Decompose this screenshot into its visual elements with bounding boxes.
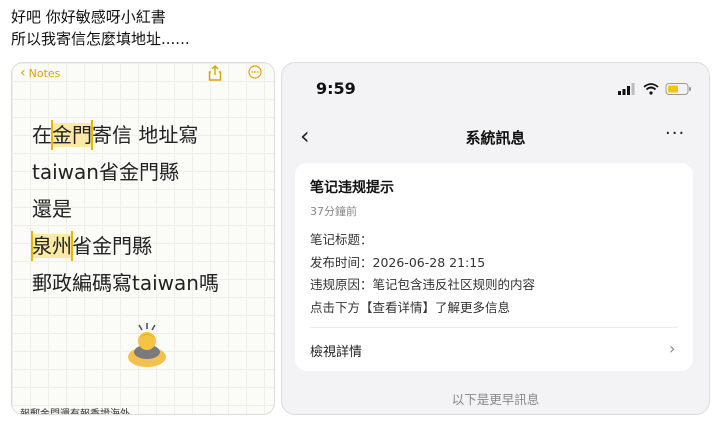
post-caption: 好吧 你好敏感呀小紅書 所以我寄信怎麼填地址...... — [11, 6, 190, 50]
notes-back-label: Notes — [28, 67, 61, 80]
note-line: 郵政編碼寫taiwan嗎 — [32, 271, 219, 295]
message-card[interactable]: 笔记违规提示 37分鐘前 笔记标题： 发布时间：2026-06-28 21:15… — [295, 163, 693, 371]
wifi-icon — [643, 83, 659, 95]
text-highlight: 金門 — [52, 123, 92, 147]
message-body: 笔记标题： 发布时间：2026-06-28 21:15 违规原因：笔记包含违反社… — [310, 229, 535, 319]
note-cut-off-text: 報郵金門還有報香證海外 — [20, 409, 130, 415]
share-icon[interactable] — [208, 65, 222, 81]
message-line: 点击下方【查看详情】了解更多信息 — [310, 299, 511, 315]
chevron-right-icon[interactable]: › — [669, 339, 675, 358]
notes-toolbar: ‹ Notes — [12, 63, 274, 87]
signal-icon — [618, 83, 635, 95]
note-content: 在金門寄信 地址寫 taiwan省金門縣 還是 泉州省金門縣 郵政編碼寫taiw… — [32, 117, 219, 302]
battery-icon — [665, 83, 691, 95]
older-messages-label: 以下是更早訊息 — [451, 392, 540, 407]
message-line: 笔记标题： — [310, 232, 373, 247]
text-highlight: 泉州 — [32, 234, 72, 258]
status-icons — [618, 83, 691, 95]
note-line: 在金門寄信 地址寫 — [32, 123, 199, 147]
message-line: 发布时间：2026-06-28 21:15 — [310, 254, 486, 270]
divider — [310, 327, 678, 328]
message-time: 37分鐘前 — [310, 205, 357, 218]
person-bowing-icon — [128, 323, 166, 367]
message-line: 违规原因：笔记包含违反社区规则的内容 — [310, 277, 536, 292]
page-title: 系統訊息 — [465, 129, 526, 147]
note-line: taiwan省金門縣 — [32, 160, 179, 184]
note-line: 還是 — [32, 197, 72, 221]
status-time: 9:59 — [316, 79, 356, 98]
phone-screenshot[interactable]: 9:59 ‹ 系統訊息 ··· 笔记违规提示 37分鐘前 笔记标题： 发布时间：… — [281, 62, 710, 415]
notes-screenshot[interactable]: ‹ Notes 在金門寄信 地址寫 taiwan省金門縣 還是 泉州省金門縣 郵… — [11, 62, 275, 415]
view-details-link[interactable]: 檢視詳情 — [310, 341, 362, 360]
caption-line-2: 所以我寄信怎麼填地址...... — [11, 30, 190, 48]
more-icon[interactable] — [248, 65, 262, 79]
message-title: 笔记违规提示 — [310, 180, 394, 196]
chevron-left-icon: ‹ — [20, 65, 26, 81]
note-line: 泉州省金門縣 — [32, 234, 152, 258]
more-button[interactable]: ··· — [665, 123, 685, 144]
caption-line-1: 好吧 你好敏感呀小紅書 — [11, 8, 166, 26]
notes-back-button[interactable]: ‹ Notes — [20, 65, 61, 81]
